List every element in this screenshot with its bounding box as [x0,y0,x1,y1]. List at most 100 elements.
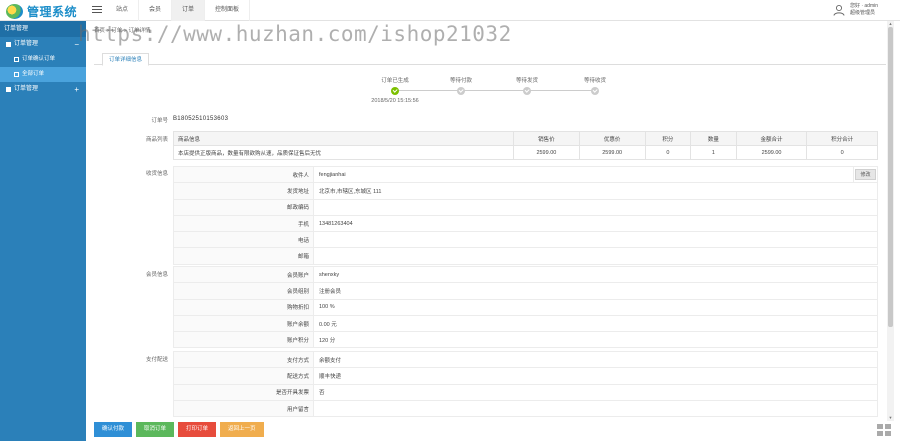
member-label: 会员信息 [145,272,168,278]
edit-address-button[interactable]: 修改 [855,169,876,181]
table-row: 会员账户 shenxky [173,265,878,284]
top-nav: 站点 会员 订单 控制面板 [106,0,251,21]
logo-icon [6,3,23,19]
field-key: 账户余额 [173,314,314,333]
field-key: 发货地址 [173,182,314,200]
payment-table: 支付方式 余额支付 配送方式 顺丰快递 是否开具发票 否 用户留言 [173,350,878,418]
field-value [313,231,878,249]
field-key: 手机 [173,214,314,233]
order-no-label: 订单号 [151,118,168,124]
list-icon [6,87,11,92]
sidebar-item-confirm-orders[interactable]: 订单确认订单 [0,52,86,67]
step-label: 等待付款 [449,78,472,84]
payment-label: 支付配送 [145,357,168,363]
table-row: 邮政编码 [173,198,878,216]
table-row: 发货地址 北京市,市辖区,东城区 111 [173,182,878,200]
table-row: 账户余额 0.00 元 [173,314,878,333]
tab-bar: 订单详细信息 [94,51,886,66]
field-key: 会员账户 [173,265,314,284]
table-row: 配送方式 顺丰快递 [173,367,878,385]
field-key: 是否开具发票 [173,383,314,401]
table-row: 会员组别 注册会员 [173,282,878,300]
table-row: 是否开具发票 否 [173,383,878,401]
top-nav-item-order[interactable]: 订单 [172,0,206,21]
field-value: 13481263404 [313,214,878,233]
field-key: 邮箱 [173,247,314,265]
table-row: 用户留言 [173,399,878,418]
col-header: 销售价 [513,131,580,146]
goods-table: 商品信息 销售价 优惠价 积分 数量 金额合计 积分合计 本店提供正版商品，数量… [173,131,878,160]
top-nav-item-member[interactable]: 会员 [139,0,173,21]
menu-toggle-icon[interactable] [92,4,102,14]
col-header: 商品信息 [173,131,514,146]
field-key: 邮政编码 [173,198,314,216]
table-cell: 2599.00 [578,145,646,160]
col-header: 积分 [644,131,692,146]
field-value: 120 分 [313,331,878,349]
sidebar-group-label: 订单管理 [14,86,39,92]
field-value: shenxky [313,265,878,284]
field-key: 配送方式 [173,367,314,385]
field-value: 否 [313,383,878,401]
step-label: 等待收货 [583,78,606,84]
field-value [313,247,878,265]
progress-step-created: 订单已生成 2018/5/20 15:15:56 [370,76,420,104]
sidebar: 订单管理 订单管理 − 订单确认订单 全部订单 订单管理 + [0,21,86,441]
confirm-payment-button[interactable]: 确认付款 [94,422,133,437]
check-icon [391,87,399,95]
item-icon [14,72,19,77]
field-key: 收件人 [173,165,314,184]
field-value: 0.00 元 [313,314,878,333]
check-icon [591,87,599,95]
check-icon [457,87,465,95]
table-row: 电话 [173,231,878,249]
field-key: 购物折扣 [173,298,314,316]
sidebar-group-order-2[interactable]: 订单管理 + [0,82,86,97]
step-label: 订单已生成 [381,78,409,84]
scroll-thumb[interactable] [888,27,893,327]
sidebar-item-label: 订单确认订单 [22,56,56,62]
check-icon [523,87,531,95]
sidebar-item-all-orders[interactable]: 全部订单 [0,67,86,82]
field-value: 注册会员 [313,282,878,300]
top-nav-item-control-panel[interactable]: 控制面板 [205,0,251,21]
app-logo[interactable]: 管理系统 [6,3,86,19]
watermark-text: https://www.huzhan.com/ishop21032 [78,22,512,46]
field-value [313,198,878,216]
field-key: 电话 [173,231,314,249]
app-title: 管理系统 [27,4,78,19]
progress-line [395,90,595,91]
sidebar-item-label: 全部订单 [22,71,45,77]
top-nav-item-site[interactable]: 站点 [106,0,140,21]
step-time: 2018/5/20 15:15:56 [371,98,419,104]
edit-cell: 修改 [853,165,878,184]
tab-order-detail[interactable]: 订单详细信息 [102,53,150,66]
print-order-button[interactable]: 打印订单 [178,422,217,437]
receiver-label: 收货信息 [145,171,168,177]
grid-icon[interactable] [877,424,891,436]
scroll-down-icon[interactable]: ▼ [887,415,894,421]
cancel-order-button[interactable]: 取消订单 [136,422,175,437]
field-value [313,399,878,418]
goods-name-link[interactable]: 本店提供正版商品，数量有限欲购从速，品质保证售后无忧 [173,145,514,160]
user-menu[interactable]: 您好 · admin 超级管理员 [833,3,878,17]
sidebar-group-order[interactable]: 订单管理 − [0,37,86,52]
user-greeting: 您好 · admin [849,3,878,9]
field-value: fengjianhai [313,165,854,184]
order-number: B18052510153603 [173,116,229,122]
list-icon [6,42,11,47]
col-header: 金额合计 [735,131,808,146]
col-header: 优惠价 [578,131,646,146]
col-header: 积分合计 [806,131,878,146]
progress-step-awaiting-shipment: 等待发货 [502,76,552,95]
table-row: 本店提供正版商品，数量有限欲购从速，品质保证售后无忧 2599.00 2599.… [173,145,878,160]
expand-icon[interactable]: + [74,82,79,97]
scrollbar[interactable]: ▲ ▼ [887,21,894,421]
receiver-table: 收件人 fengjianhai 修改 发货地址 北京市,市辖区,东城区 111 … [173,165,878,265]
field-key: 支付方式 [173,350,314,369]
table-cell: 2599.00 [735,145,808,160]
go-back-button[interactable]: 返回上一页 [220,422,264,437]
table-row: 购物折扣 100 % [173,298,878,316]
field-key: 账户积分 [173,331,314,349]
progress-step-awaiting-payment: 等待付款 [436,76,486,95]
